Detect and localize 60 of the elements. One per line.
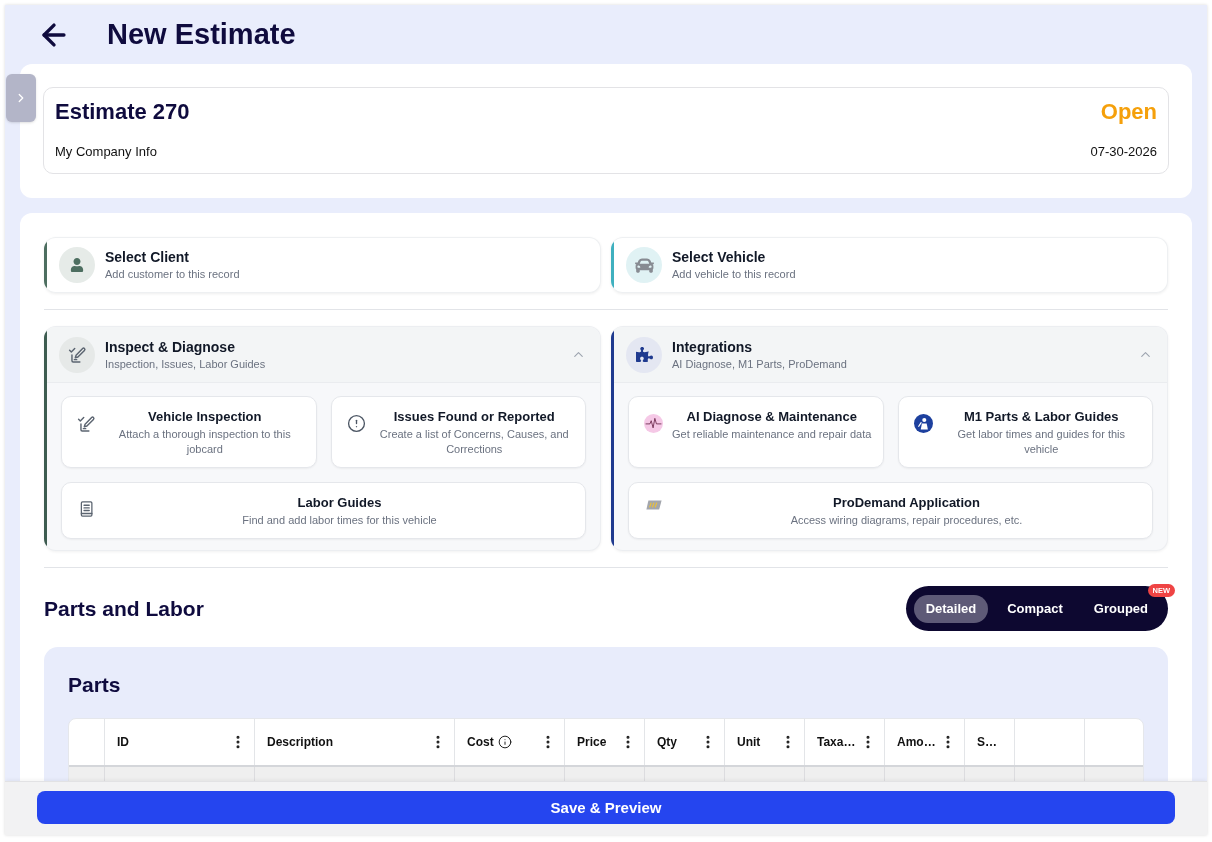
column-header: ID <box>117 736 129 748</box>
action-description: Get reliable maintenance and repair data <box>672 427 872 442</box>
column-header: Unit <box>737 736 761 748</box>
person-icon <box>59 247 95 283</box>
action-description: Create a list of Concerns, Causes, and Corrections <box>378 427 570 457</box>
date-text: 07-30-2026 <box>1090 144 1157 160</box>
action-title: ProDemand Application <box>833 495 980 511</box>
car-icon <box>626 247 662 283</box>
card-subtitle: Add customer to this record <box>105 268 240 281</box>
section-header[interactable]: Inspect & Diagnose Inspection, Issues, Labor Guides <box>47 327 600 383</box>
checklist-pen-icon <box>77 414 96 433</box>
action-title: Issues Found or Reported <box>393 409 555 425</box>
sidebar-toggle-button[interactable] <box>6 74 36 122</box>
column-header: Price <box>577 736 607 748</box>
column-header: Description <box>267 736 333 748</box>
status-text: Open <box>1100 99 1157 125</box>
card-subtitle: Add vehicle to this record <box>672 268 796 281</box>
column-header: Qty <box>657 736 677 748</box>
logo-icon <box>645 500 662 510</box>
puzzle-icon <box>626 336 662 373</box>
action-card[interactable]: AI Diagnose & Maintenance Get reliable maintenance and repair data <box>628 396 884 468</box>
page-title: New Estimate <box>107 20 296 49</box>
action-card[interactable]: Vehicle Inspection Attach a thorough inspection to this jobcard <box>61 396 317 468</box>
action-title: Vehicle Inspection <box>148 409 262 425</box>
action-title: Labor Guides <box>297 495 382 511</box>
column-header: Amo… <box>897 736 936 748</box>
checklist-pen-icon <box>59 336 95 373</box>
view-tab[interactable]: Detailed <box>913 594 989 623</box>
section-subtitle: Inspection, Issues, Labor Guides <box>105 357 267 371</box>
alert-circle-icon <box>346 414 366 433</box>
heartbeat-icon <box>644 414 663 433</box>
action-card[interactable]: ProDemand Application Access wiring diagrams, repair procedures, etc. <box>628 482 1153 539</box>
estimate-title: Estimate 270 <box>55 99 190 125</box>
section-subtitle: AI Diagnose, M1 Parts, ProDemand <box>672 357 848 371</box>
column-header: S… <box>977 736 997 748</box>
company-info-text: My Company Info <box>55 144 157 160</box>
select-client-card[interactable]: Select Client Add customer to this record <box>44 237 601 293</box>
section-header[interactable]: Integrations AI Diagnose, M1 Parts, ProDemand <box>614 327 1167 383</box>
person-disc-icon <box>913 414 933 433</box>
card-title: Select Client <box>105 249 191 265</box>
select-vehicle-card[interactable]: Select Vehicle Add vehicle to this record <box>611 237 1168 293</box>
action-description: Find and add labor times for this vehicle <box>242 513 437 528</box>
save-preview-button[interactable]: Save & Preview <box>37 791 1175 824</box>
card-title: Select Vehicle <box>672 249 767 265</box>
section-title: Inspect & Diagnose <box>105 338 236 355</box>
view-tab[interactable]: Compact <box>995 594 1075 623</box>
action-description: Get labor times and guides for this vehicle <box>956 427 1126 457</box>
section-heading: Parts and Labor <box>44 596 204 621</box>
action-card[interactable]: Issues Found or Reported Create a list of Concerns, Causes, and Corrections <box>330 396 586 468</box>
action-title: M1 Parts & Labor Guides <box>963 409 1119 425</box>
section-title: Integrations <box>672 338 754 355</box>
action-description: Access wiring diagrams, repair procedures, etc. <box>790 513 1023 528</box>
parts-title: Parts <box>68 673 122 697</box>
view-tab[interactable]: Grouped <box>1081 594 1160 623</box>
action-description: Attach a thorough inspection to this jobcard <box>117 427 292 457</box>
column-header: Taxa… <box>817 736 856 748</box>
action-card[interactable]: M1 Parts & Labor Guides Get labor times and guides for this vehicle <box>897 396 1153 468</box>
action-card[interactable]: Labor Guides Find and add labor times for this vehicle <box>61 482 586 539</box>
action-title: AI Diagnose & Maintenance <box>686 409 857 425</box>
column-header: Cost <box>467 736 494 748</box>
